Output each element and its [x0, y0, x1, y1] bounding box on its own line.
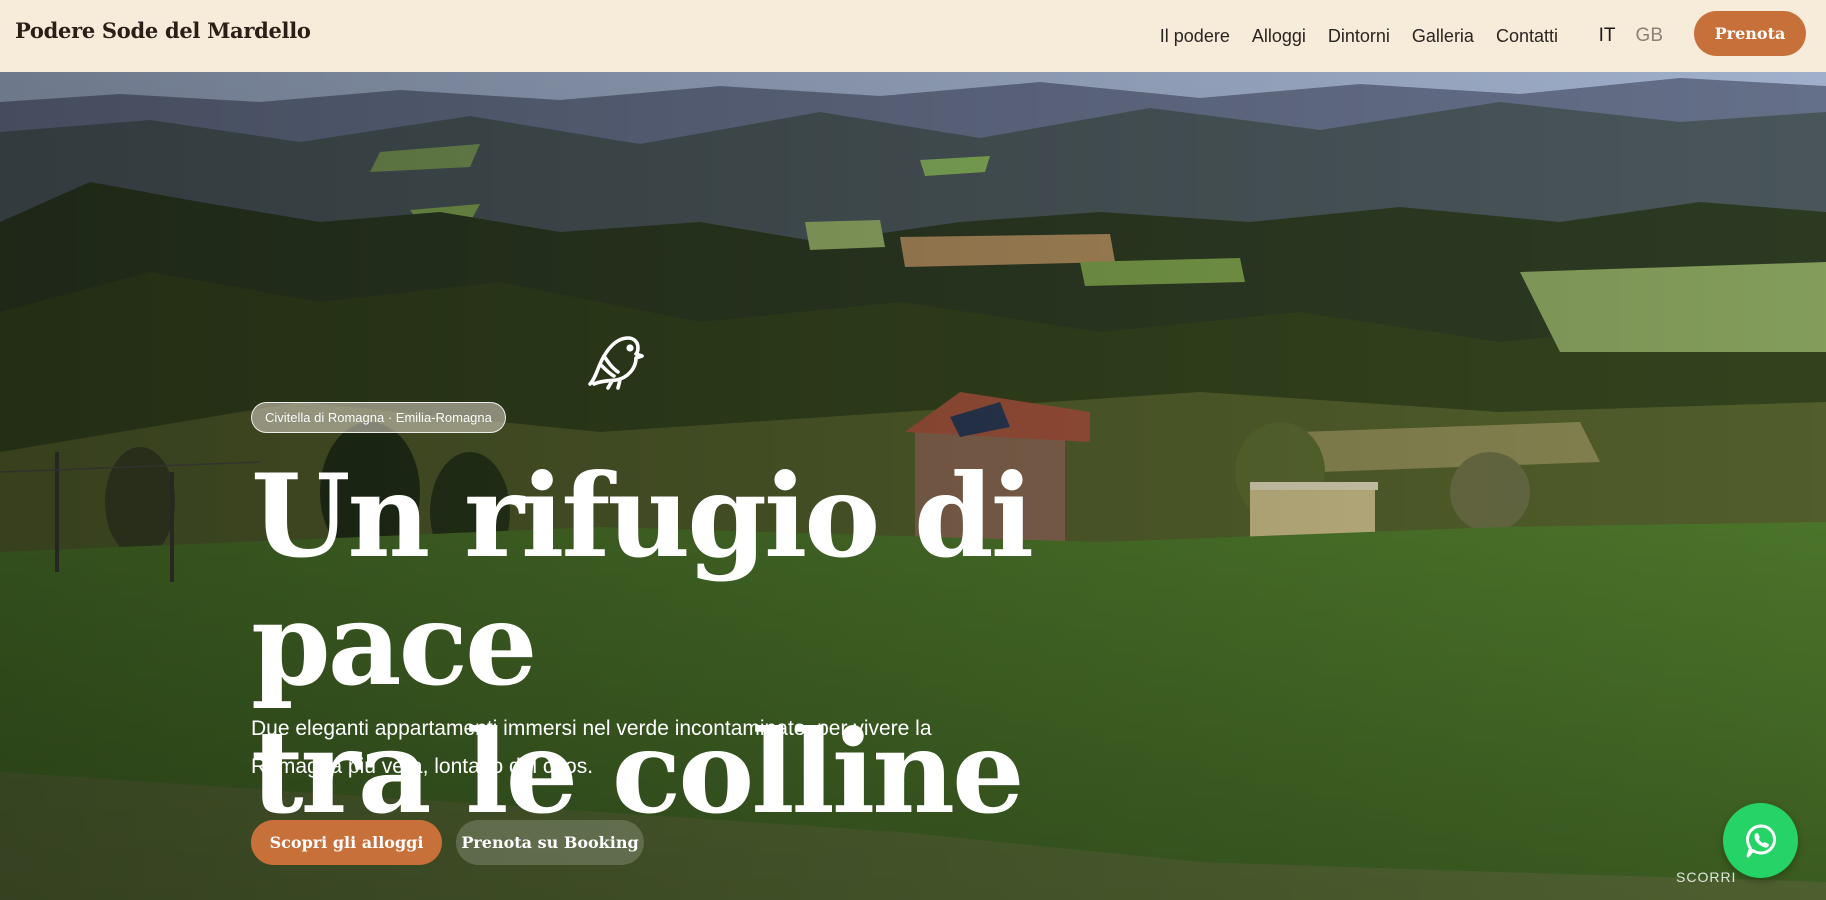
nav-item-galleria[interactable]: Galleria: [1412, 26, 1474, 47]
nav-item-alloggi[interactable]: Alloggi: [1252, 26, 1306, 47]
whatsapp-icon[interactable]: [1723, 803, 1798, 878]
book-button[interactable]: Prenota: [1694, 11, 1806, 56]
brand-logo[interactable]: Podere Sode del Mardello: [15, 18, 311, 43]
nav-item-contatti[interactable]: Contatti: [1496, 26, 1558, 47]
nav-item-il-podere[interactable]: Il podere: [1160, 26, 1230, 47]
language-gb[interactable]: GB: [1636, 25, 1663, 47]
language-it[interactable]: IT: [1599, 25, 1616, 47]
discover-accommodations-button[interactable]: Scopri gli alloggi: [251, 820, 442, 865]
subtitle-line-1: Due eleganti appartamenti immersi nel ve…: [251, 717, 932, 740]
hero-subtitle: Due eleganti appartamenti immersi nel ve…: [251, 710, 1011, 786]
headline-line-1: Un rifugio di pace: [251, 449, 1034, 711]
main-nav: Il podere Alloggi Dintorni Galleria Cont…: [1160, 0, 1558, 72]
book-on-booking-button[interactable]: Prenota su Booking: [456, 820, 644, 865]
language-switcher: IT GB: [1599, 0, 1663, 72]
nav-item-dintorni[interactable]: Dintorni: [1328, 26, 1390, 47]
subtitle-line-2: Romagna più vera, lontano dal caos.: [251, 755, 594, 778]
site-header: Podere Sode del Mardello Il podere Allog…: [0, 0, 1826, 72]
scroll-hint[interactable]: SCORRI: [1676, 869, 1736, 885]
bird-icon: [582, 326, 646, 390]
location-badge: Civitella di Romagna · Emilia-Romagna: [251, 402, 506, 433]
hero-section: Civitella di Romagna · Emilia-Romagna Un…: [0, 72, 1826, 900]
